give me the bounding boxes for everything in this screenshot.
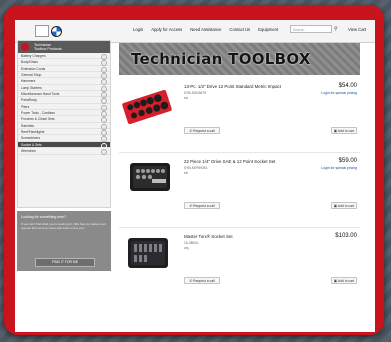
request-call-label: Request a call bbox=[193, 129, 215, 133]
sidebar-item-label: Reel/Flashlights bbox=[21, 130, 45, 135]
sidebar-item[interactable]: Wrenches › bbox=[18, 148, 110, 156]
sidebar-item-label: Screwdrivers bbox=[21, 136, 41, 141]
tool-request-promo: Looking for something else? If you can't… bbox=[17, 211, 111, 271]
product-unit: ctq bbox=[184, 246, 189, 250]
sidebar-item-label: Lamp Starters bbox=[21, 85, 42, 90]
sidebar-item-label: Extension Cords bbox=[21, 66, 46, 71]
product-unit: ea bbox=[184, 96, 188, 100]
category-list: Battery Chargers › Body/Glass › Extension Co… bbox=[18, 53, 110, 156]
divider bbox=[119, 227, 360, 228]
sidebar-item-label: Body/Glass bbox=[21, 60, 38, 65]
product-sku: SYB-KEP89351 bbox=[184, 166, 208, 170]
phone-icon: ✆ bbox=[189, 129, 193, 133]
promo-body: If you can't find what you're looking fo… bbox=[21, 222, 106, 230]
promo-title: Looking for something else? bbox=[21, 215, 66, 219]
add-to-cart-label: Add to cart bbox=[337, 204, 355, 208]
sidebar-item-label: Punches & Chisel Sets bbox=[21, 117, 55, 122]
add-to-cart-label: Add to cart bbox=[337, 129, 355, 133]
cart-icon: ▣ bbox=[333, 129, 338, 133]
add-to-cart-button[interactable]: ▣ Add to cart bbox=[331, 277, 357, 284]
product-card: Master Torx® Socket Set 16-3800A ctq $10… bbox=[119, 232, 360, 302]
banner-title: Technician TOOLBOX bbox=[131, 50, 311, 68]
nav-equipment[interactable]: Equipment bbox=[258, 27, 278, 32]
add-to-cart-button[interactable]: ▣ Add to cart bbox=[331, 202, 357, 209]
toolbox-icon bbox=[21, 43, 29, 51]
cart-icon: ▣ bbox=[333, 204, 338, 208]
impact-socket-set-image[interactable] bbox=[122, 84, 174, 124]
search-input[interactable]: Search bbox=[290, 25, 332, 33]
cart-icon: ▣ bbox=[333, 279, 338, 283]
sidebar-item-label: Paint/Body bbox=[21, 98, 37, 103]
sidebar-item-label: Miscellaneous Hand Tools bbox=[21, 92, 60, 97]
product-name[interactable]: 13-Pc. 1/2" Drive 12 Point Standard Metr… bbox=[184, 84, 304, 90]
sidebar-item-label: Hammers bbox=[21, 79, 36, 84]
product-name[interactable]: 22 Piece 1/4" Drive SAE & 12 Point Socke… bbox=[184, 159, 304, 165]
nav-assistance[interactable]: Need Assistance bbox=[190, 27, 221, 32]
product-price: $59.00 bbox=[338, 158, 357, 164]
brand-logo[interactable] bbox=[35, 24, 71, 38]
phone-icon: ✆ bbox=[189, 204, 193, 208]
toolbox-banner: Technician TOOLBOX bbox=[119, 43, 360, 75]
login-pricing-link[interactable]: Login for special pricing bbox=[321, 166, 357, 170]
sidebar-title-line2: Toolbox Products bbox=[34, 47, 62, 51]
view-cart-link[interactable]: View Cart bbox=[348, 27, 366, 32]
nav-apply-access[interactable]: Apply for Access bbox=[151, 27, 182, 32]
sidebar-header: Technician Toolbox Products bbox=[18, 41, 110, 53]
dealer-logo-icon bbox=[35, 25, 49, 37]
add-to-cart-label: Add to cart bbox=[337, 279, 355, 283]
search-icon[interactable]: ⚲ bbox=[334, 26, 338, 32]
request-call-label: Request a call bbox=[193, 204, 215, 208]
product-price: $54.00 bbox=[338, 83, 357, 89]
nav-contact[interactable]: Contact Us bbox=[229, 27, 250, 32]
product-sku: 16-3800A bbox=[184, 241, 199, 245]
sidebar-item-label: Socket & Sets bbox=[21, 142, 42, 147]
main-nav: Login Apply for Access Need Assistance C… bbox=[133, 27, 278, 32]
phone-icon: ✆ bbox=[189, 279, 193, 283]
request-call-button[interactable]: ✆ Request a call bbox=[184, 127, 220, 134]
product-name[interactable]: Master Torx® Socket Set bbox=[184, 234, 304, 240]
product-card: 13-Pc. 1/2" Drive 12 Point Standard Metr… bbox=[119, 82, 360, 152]
add-to-cart-button[interactable]: ▣ Add to cart bbox=[331, 127, 357, 134]
chevron-right-icon: › bbox=[101, 149, 107, 156]
sidebar-item-label: General Shop bbox=[21, 73, 42, 78]
find-it-button[interactable]: FIND IT FOR ME bbox=[35, 258, 95, 267]
bmw-roundel-icon bbox=[51, 25, 62, 37]
sidebar-item-label: Wrenches bbox=[21, 149, 36, 154]
request-call-button[interactable]: ✆ Request a call bbox=[184, 277, 220, 284]
product-card: 22 Piece 1/4" Drive SAE & 12 Point Socke… bbox=[119, 157, 360, 227]
request-call-button[interactable]: ✆ Request a call bbox=[184, 202, 220, 209]
socket-set-image[interactable] bbox=[122, 159, 174, 199]
browser-page: Login Apply for Access Need Assistance C… bbox=[15, 20, 375, 332]
nav-login[interactable]: Login bbox=[133, 27, 143, 32]
sidebar-item-label: Pliers bbox=[21, 104, 30, 109]
product-sku: SYB-SUN3679 bbox=[184, 91, 206, 95]
request-call-label: Request a call bbox=[193, 279, 215, 283]
sidebar-item-label: Battery Chargers bbox=[21, 54, 46, 58]
sidebar-item-label: Ratchets bbox=[21, 123, 35, 128]
login-pricing-link[interactable]: Login for special pricing bbox=[321, 91, 357, 95]
category-sidebar: Technician Toolbox Products Battery Char… bbox=[17, 40, 111, 208]
divider bbox=[119, 152, 360, 153]
product-unit: ea bbox=[184, 171, 188, 175]
torx-socket-set-image[interactable] bbox=[122, 234, 174, 274]
sidebar-item-label: Power Tools - Cordless bbox=[21, 111, 55, 116]
product-price: $103.00 bbox=[335, 233, 357, 239]
